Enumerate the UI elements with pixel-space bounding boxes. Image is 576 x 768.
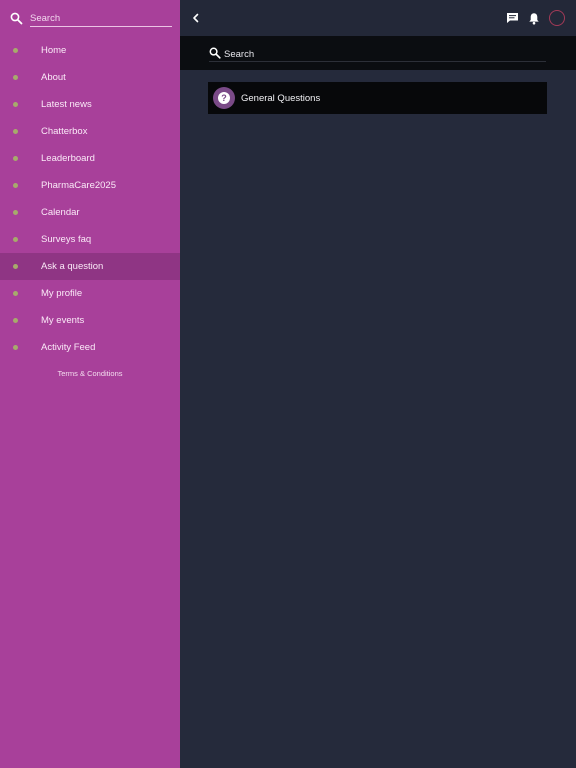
sidebar-menu: Home About Latest news Chatterbox Leader…	[0, 37, 180, 361]
bullet-icon	[13, 75, 18, 80]
question-mark-icon: ?	[213, 87, 235, 109]
bullet-icon	[13, 291, 18, 296]
sidebar-item-label: Latest news	[41, 99, 92, 110]
bullet-icon	[13, 48, 18, 53]
sidebar-item-surveys-faq[interactable]: Surveys faq	[0, 226, 180, 253]
sidebar: Search Home About Latest news Chatterbox…	[0, 0, 180, 768]
bullet-icon	[13, 264, 18, 269]
sidebar-item-activity-feed[interactable]: Activity Feed	[0, 334, 180, 361]
sidebar-item-pharmacare2025[interactable]: PharmaCare2025	[0, 172, 180, 199]
main-search-input[interactable]: Search	[224, 49, 254, 60]
main-content: Search ? General Questions	[180, 0, 576, 768]
terms-link[interactable]: Terms & Conditions	[0, 369, 180, 378]
sidebar-item-ask-a-question[interactable]: Ask a question	[0, 253, 180, 280]
sidebar-item-label: Leaderboard	[41, 153, 95, 164]
sidebar-item-chatterbox[interactable]: Chatterbox	[0, 118, 180, 145]
sidebar-item-calendar[interactable]: Calendar	[0, 199, 180, 226]
bullet-icon	[13, 345, 18, 350]
sidebar-item-my-events[interactable]: My events	[0, 307, 180, 334]
sidebar-item-label: My profile	[41, 288, 83, 299]
bullet-icon	[13, 102, 18, 107]
sidebar-search[interactable]: Search	[10, 10, 172, 28]
main-search-bar[interactable]: Search	[180, 36, 576, 70]
bullet-icon	[13, 129, 18, 134]
sidebar-item-my-profile[interactable]: My profile	[0, 280, 180, 307]
sidebar-search-input[interactable]: Search	[30, 13, 60, 24]
bullet-icon	[13, 183, 18, 188]
sidebar-item-about[interactable]: About	[0, 64, 180, 91]
sidebar-item-label: PharmaCare2025	[41, 180, 116, 191]
search-icon	[209, 47, 221, 59]
sidebar-item-leaderboard[interactable]: Leaderboard	[0, 145, 180, 172]
sidebar-item-latest-news[interactable]: Latest news	[0, 91, 180, 118]
search-underline	[30, 26, 172, 27]
chat-icon[interactable]	[506, 12, 519, 24]
bullet-icon	[13, 210, 18, 215]
sidebar-item-label: Calendar	[41, 207, 80, 218]
sidebar-item-label: Home	[41, 45, 67, 56]
category-title: General Questions	[241, 93, 321, 104]
sidebar-item-label: My events	[41, 315, 85, 326]
back-chevron-icon[interactable]	[190, 11, 202, 25]
category-general-questions[interactable]: ? General Questions	[208, 82, 547, 114]
sidebar-item-label: Surveys faq	[41, 234, 92, 245]
sidebar-item-label: Chatterbox	[41, 126, 88, 137]
bell-icon[interactable]	[528, 12, 540, 25]
sidebar-item-label: Activity Feed	[41, 342, 96, 353]
sidebar-item-home[interactable]: Home	[0, 37, 180, 64]
sidebar-item-label: Ask a question	[41, 261, 104, 272]
search-icon	[10, 12, 23, 25]
avatar[interactable]	[549, 10, 565, 26]
search-underline	[209, 61, 546, 62]
bullet-icon	[13, 318, 18, 323]
bullet-icon	[13, 156, 18, 161]
sidebar-item-label: About	[41, 72, 66, 83]
bullet-icon	[13, 237, 18, 242]
top-bar	[180, 0, 576, 36]
